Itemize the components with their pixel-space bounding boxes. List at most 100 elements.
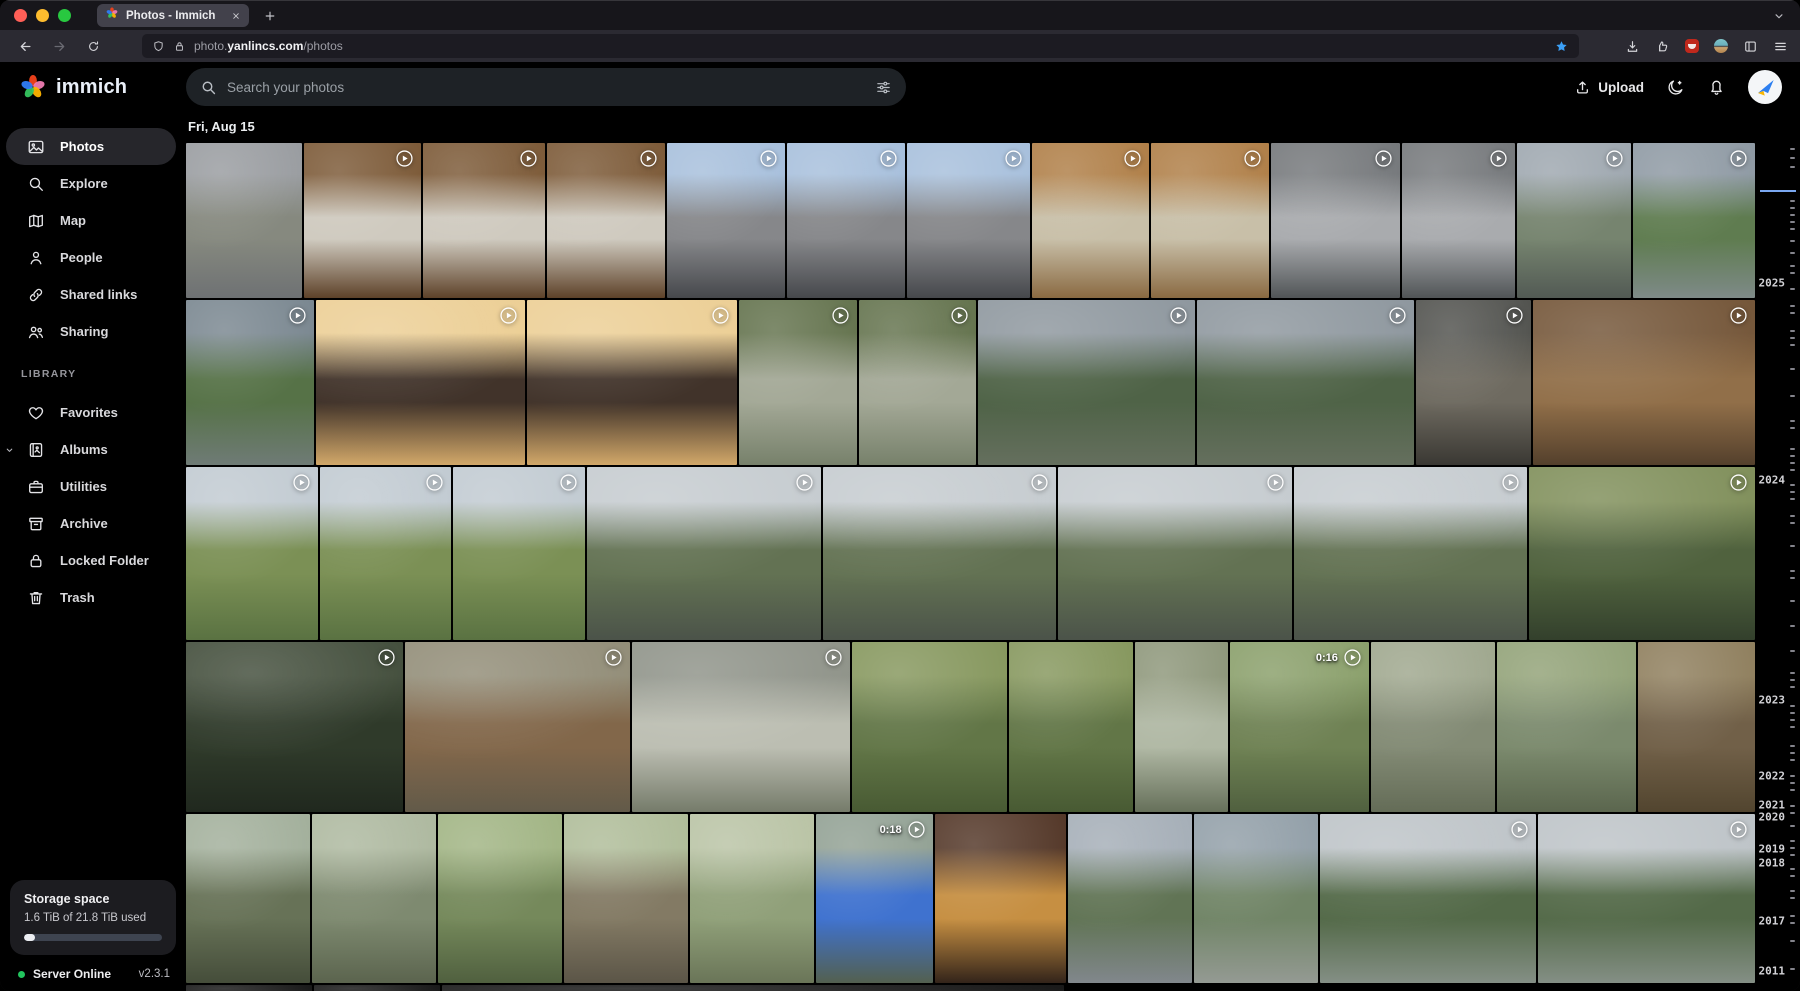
- photo-thumbnail[interactable]: [186, 985, 312, 991]
- sidebar-item-locked-folder[interactable]: Locked Folder: [6, 542, 176, 579]
- video-thumbnail[interactable]: [1517, 143, 1630, 298]
- back-button[interactable]: [12, 34, 38, 58]
- video-thumbnail[interactable]: [453, 467, 585, 640]
- sidebar-item-explore[interactable]: Explore: [6, 165, 176, 202]
- video-thumbnail[interactable]: [547, 143, 665, 298]
- photo-thumbnail[interactable]: [1497, 642, 1636, 812]
- video-thumbnail[interactable]: [186, 642, 403, 812]
- bookmark-star-icon[interactable]: [1554, 39, 1569, 54]
- upload-button[interactable]: Upload: [1574, 79, 1644, 96]
- photo-thumbnail[interactable]: [438, 814, 562, 983]
- video-thumbnail[interactable]: [1538, 814, 1755, 983]
- extension-icon[interactable]: [1655, 39, 1670, 54]
- video-thumbnail[interactable]: [1271, 143, 1400, 298]
- video-thumbnail[interactable]: [304, 143, 420, 298]
- timeline-year-label[interactable]: 2022: [1759, 769, 1786, 782]
- lock-icon[interactable]: [173, 40, 186, 53]
- forward-button[interactable]: [46, 34, 72, 58]
- video-thumbnail[interactable]: [316, 300, 526, 465]
- photo-thumbnail[interactable]: [442, 985, 1064, 991]
- search-bar[interactable]: [186, 68, 906, 106]
- sidebar-item-shared-links[interactable]: Shared links: [6, 276, 176, 313]
- video-thumbnail[interactable]: [527, 300, 737, 465]
- tab-list-chevron-icon[interactable]: [1772, 9, 1786, 23]
- video-thumbnail[interactable]: [1633, 143, 1755, 298]
- timeline-year-label[interactable]: 2019: [1759, 842, 1786, 855]
- photo-thumbnail[interactable]: [690, 814, 814, 983]
- close-window-button[interactable]: [14, 9, 27, 22]
- video-thumbnail[interactable]: [1058, 467, 1292, 640]
- search-filter-icon[interactable]: [875, 79, 892, 96]
- video-thumbnail[interactable]: [667, 143, 785, 298]
- profile-extension-icon[interactable]: [1714, 39, 1728, 53]
- video-thumbnail[interactable]: [739, 300, 857, 465]
- video-thumbnail[interactable]: 0:18: [816, 814, 932, 983]
- video-thumbnail[interactable]: [1320, 814, 1537, 983]
- immich-brand[interactable]: immich: [0, 72, 186, 102]
- timeline-year-label[interactable]: 2021: [1759, 798, 1786, 811]
- sidebar-item-trash[interactable]: Trash: [6, 579, 176, 616]
- scrubber-position-indicator[interactable]: [1760, 190, 1796, 192]
- tracking-shield-icon[interactable]: [152, 40, 165, 53]
- photo-thumbnail[interactable]: [186, 143, 302, 298]
- user-avatar[interactable]: [1748, 70, 1782, 104]
- timeline-scrubber[interactable]: 2025202420232022202120202019201820172011: [1755, 112, 1800, 991]
- timeline-year-label[interactable]: 2018: [1759, 856, 1786, 869]
- minimize-window-button[interactable]: [36, 9, 49, 22]
- new-tab-button[interactable]: [263, 9, 277, 23]
- timeline-year-label[interactable]: 2024: [1759, 474, 1786, 487]
- albums-expand-chevron-icon[interactable]: [4, 444, 15, 455]
- sidebar-item-archive[interactable]: Archive: [6, 505, 176, 542]
- photo-thumbnail[interactable]: [935, 814, 1066, 983]
- video-thumbnail[interactable]: [186, 467, 318, 640]
- video-thumbnail[interactable]: [320, 467, 452, 640]
- sidebar-item-favorites[interactable]: Favorites: [6, 394, 176, 431]
- photo-thumbnail[interactable]: [564, 814, 688, 983]
- theme-toggle-moon-icon[interactable]: [1666, 78, 1685, 97]
- video-thumbnail[interactable]: [1402, 143, 1515, 298]
- zoom-window-button[interactable]: [58, 9, 71, 22]
- video-thumbnail[interactable]: [314, 985, 440, 991]
- timeline-year-label[interactable]: 2011: [1759, 964, 1786, 977]
- photo-thumbnail[interactable]: [1068, 814, 1192, 983]
- video-thumbnail[interactable]: [823, 467, 1057, 640]
- tab-close-icon[interactable]: [231, 11, 241, 21]
- video-thumbnail[interactable]: [1416, 300, 1532, 465]
- sidebar-item-albums[interactable]: Albums: [6, 431, 176, 468]
- video-thumbnail[interactable]: [907, 143, 1029, 298]
- video-thumbnail[interactable]: [405, 642, 630, 812]
- timeline-year-label[interactable]: 2017: [1759, 914, 1786, 927]
- photo-thumbnail[interactable]: [1009, 642, 1133, 812]
- sidebar-item-photos[interactable]: Photos: [6, 128, 176, 165]
- photo-thumbnail[interactable]: [852, 642, 1007, 812]
- search-input[interactable]: [227, 80, 865, 95]
- video-thumbnail[interactable]: [978, 300, 1195, 465]
- video-thumbnail[interactable]: 0:16: [1230, 642, 1369, 812]
- browser-tab[interactable]: Photos - Immich: [97, 4, 249, 27]
- video-thumbnail[interactable]: [1529, 467, 1755, 640]
- menu-icon[interactable]: [1773, 39, 1788, 54]
- video-thumbnail[interactable]: [787, 143, 905, 298]
- photo-thumbnail[interactable]: [1135, 642, 1228, 812]
- video-thumbnail[interactable]: [587, 467, 821, 640]
- sidebar-item-sharing[interactable]: Sharing: [6, 313, 176, 350]
- reload-button[interactable]: [80, 34, 106, 58]
- photo-thumbnail[interactable]: [1371, 642, 1495, 812]
- video-thumbnail[interactable]: [1197, 300, 1414, 465]
- timeline-year-label[interactable]: 2025: [1759, 277, 1786, 290]
- notifications-bell-icon[interactable]: [1707, 78, 1726, 97]
- sidebar-icon[interactable]: [1743, 39, 1758, 54]
- video-thumbnail[interactable]: [1151, 143, 1269, 298]
- video-thumbnail[interactable]: [1032, 143, 1149, 298]
- sidebar-item-people[interactable]: People: [6, 239, 176, 276]
- video-thumbnail[interactable]: [1294, 467, 1528, 640]
- video-thumbnail[interactable]: [632, 642, 849, 812]
- video-thumbnail[interactable]: [1533, 300, 1755, 465]
- download-icon[interactable]: [1625, 39, 1640, 54]
- photo-thumbnail[interactable]: [1194, 814, 1318, 983]
- adblock-icon[interactable]: [1685, 39, 1699, 53]
- address-bar[interactable]: photo.yanlincs.com/photos: [142, 34, 1579, 58]
- sidebar-item-map[interactable]: Map: [6, 202, 176, 239]
- photo-thumbnail[interactable]: [312, 814, 436, 983]
- video-thumbnail[interactable]: [423, 143, 545, 298]
